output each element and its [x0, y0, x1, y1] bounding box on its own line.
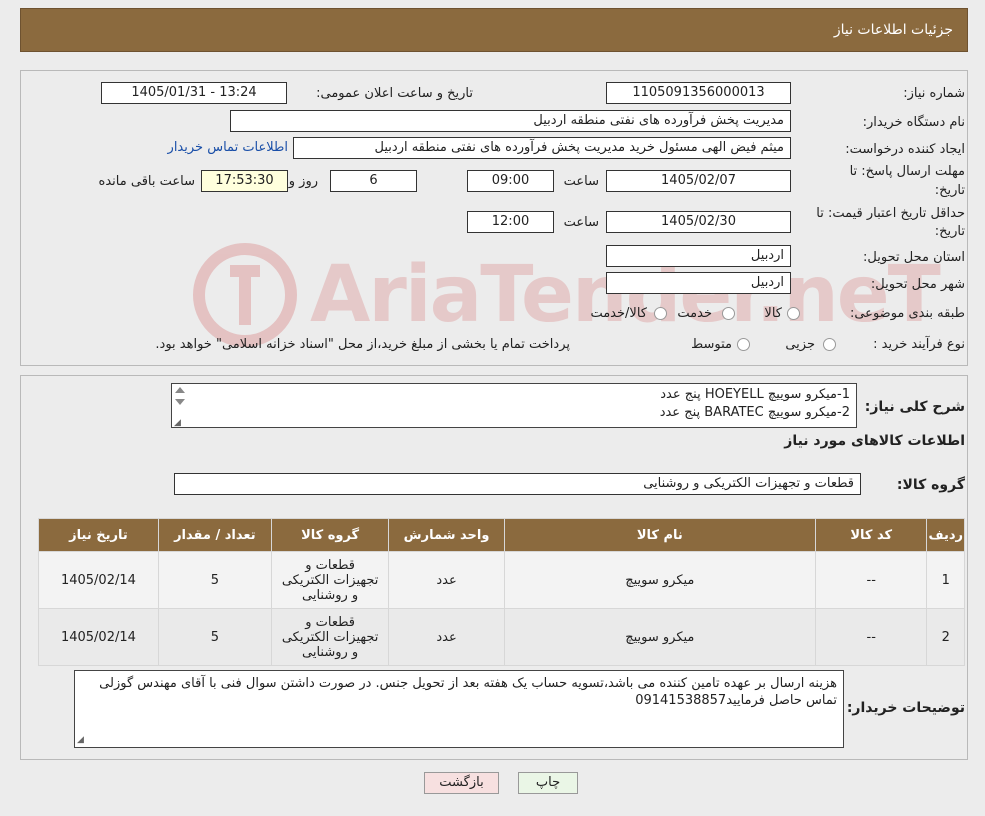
col-group: گروه کالا	[270, 518, 390, 552]
price-validity-label-date: تاریخ:	[934, 224, 965, 239]
table-row: 1 -- میکرو سوییچ عدد قطعات و تجهیزات الک…	[38, 551, 965, 609]
cell-unit: عدد	[388, 551, 505, 609]
summary-scroll-up-icon[interactable]	[175, 387, 185, 393]
back-button[interactable]: بازگشت	[424, 772, 499, 794]
announce-label: تاریخ و ساعت اعلان عمومی:	[316, 86, 473, 101]
remaining-label: ساعت باقی مانده	[98, 174, 195, 189]
cell-row: 2	[926, 608, 965, 666]
cell-group: قطعات و تجهیزات الکتریکی و روشنایی	[270, 551, 390, 609]
summary-line-2: 2-میکرو سوییچ BARATEC پنج عدد	[659, 405, 850, 420]
cell-group: قطعات و تجهیزات الکتریکی و روشنایی	[270, 608, 390, 666]
cell-date: 1405/02/14	[38, 551, 159, 609]
process-radio-medium[interactable]	[737, 338, 750, 351]
category-radio-service[interactable]	[722, 307, 735, 320]
cell-qty: 5	[157, 608, 272, 666]
summary-label: شرح کلی نیاز:	[864, 399, 965, 415]
goods-group-field: قطعات و تجهیزات الکتریکی و روشنایی	[174, 473, 861, 495]
buyer-org-field: مدیریت پخش فرآورده های نفتی منطقه اردبیل	[230, 110, 791, 132]
page-title: جزئیات اطلاعات نیاز	[833, 22, 953, 38]
process-option-minor: جزیی	[785, 337, 815, 352]
print-button[interactable]: چاپ	[518, 772, 578, 794]
summary-scroll-down-icon[interactable]	[175, 399, 185, 405]
category-radio-goods[interactable]	[787, 307, 800, 320]
table-header-row: ردیف کد کالا نام کالا واحد شمارش گروه کا…	[38, 518, 965, 552]
need-number-label: شماره نیاز:	[903, 86, 965, 101]
col-code: کد کالا	[814, 518, 928, 552]
summary-line-1: 1-میکرو سوییچ HOEYELL پنج عدد	[660, 387, 850, 402]
province-field: اردبیل	[606, 245, 791, 267]
creator-label: ایجاد کننده درخواست:	[845, 142, 965, 157]
items-table: ردیف کد کالا نام کالا واحد شمارش گروه کا…	[38, 518, 965, 666]
days-field: 6	[330, 170, 417, 192]
col-date: تاریخ نیاز	[38, 518, 159, 552]
cell-unit: عدد	[388, 608, 505, 666]
col-qty: تعداد / مقدار	[157, 518, 272, 552]
city-label: شهر محل تحویل:	[870, 277, 965, 292]
buyer-notes-textarea[interactable]: هزینه ارسال بر عهده تامین کننده می باشد،…	[74, 670, 844, 748]
notes-resize-icon[interactable]: ◢	[77, 735, 84, 745]
process-option-medium: متوسط	[691, 337, 732, 352]
category-radio-goods-service[interactable]	[654, 307, 667, 320]
process-label: نوع فرآیند خرید :	[873, 337, 965, 352]
cell-code: --	[814, 551, 928, 609]
price-time-label: ساعت	[563, 215, 599, 230]
buyer-notes-text: هزینه ارسال بر عهده تامین کننده می باشد،…	[99, 676, 837, 708]
category-option-service: خدمت	[677, 306, 712, 321]
summary-resize-icon[interactable]: ◢	[174, 418, 181, 428]
province-label: استان محل تحویل:	[863, 250, 965, 265]
process-note: پرداخت تمام یا بخشی از مبلغ خرید،از محل …	[155, 337, 570, 352]
col-unit: واحد شمارش	[388, 518, 505, 552]
cell-date: 1405/02/14	[38, 608, 159, 666]
buyer-org-label: نام دستگاه خریدار:	[862, 115, 965, 130]
process-radio-minor[interactable]	[823, 338, 836, 351]
remaining-time-field: 17:53:30	[201, 170, 288, 192]
deadline-time-label: ساعت	[563, 174, 599, 189]
deadline-date-field: 1405/02/07	[606, 170, 791, 192]
creator-field: میثم فیض الهی مسئول خرید مدیریت پخش فرآو…	[293, 137, 791, 159]
days-label: روز و	[288, 174, 318, 189]
col-row: ردیف	[926, 518, 965, 552]
need-number-field: 1105091356000013	[606, 82, 791, 104]
goods-group-label: گروه کالا:	[896, 477, 965, 493]
city-field: اردبیل	[606, 272, 791, 294]
buyer-notes-label: توضیحات خریدار:	[846, 700, 965, 716]
price-validity-label: حداقل تاریخ اعتبار قیمت: تا	[816, 206, 965, 221]
cell-code: --	[814, 608, 928, 666]
category-option-goods-service: کالا/خدمت	[590, 306, 647, 321]
price-time-field: 12:00	[467, 211, 554, 233]
page-header: جزئیات اطلاعات نیاز	[20, 8, 968, 52]
category-option-goods: کالا	[764, 306, 782, 321]
cell-name: میکرو سوییچ	[503, 551, 816, 609]
deadline-time-field: 09:00	[467, 170, 554, 192]
table-row: 2 -- میکرو سوییچ عدد قطعات و تجهیزات الک…	[38, 608, 965, 666]
price-date-field: 1405/02/30	[606, 211, 791, 233]
cell-row: 1	[926, 551, 965, 609]
deadline-label: مهلت ارسال پاسخ: تا	[849, 164, 965, 179]
col-name: نام کالا	[503, 518, 816, 552]
goods-info-title: اطلاعات کالاهای مورد نیاز	[784, 433, 965, 449]
cell-qty: 5	[157, 551, 272, 609]
deadline-label-date: تاریخ:	[934, 183, 965, 198]
buyer-contact-link[interactable]: اطلاعات تماس خریدار	[168, 140, 288, 155]
cell-name: میکرو سوییچ	[503, 608, 816, 666]
category-label: طبقه بندی موضوعی:	[849, 306, 965, 321]
announce-field: 1405/01/31 - 13:24	[101, 82, 287, 104]
summary-textarea[interactable]: 1-میکرو سوییچ HOEYELL پنج عدد 2-میکرو سو…	[171, 383, 857, 428]
